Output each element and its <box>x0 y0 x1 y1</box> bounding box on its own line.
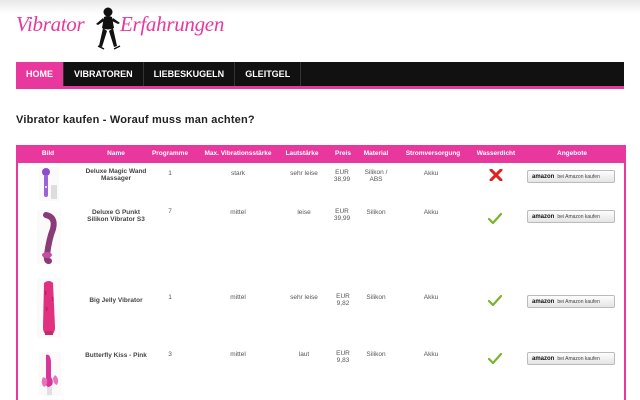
th-vibration: Max. Vibrationsstärke <box>204 149 272 157</box>
amazon-buy-button[interactable]: amazon bei Amazon kaufen <box>527 170 615 183</box>
logo-figure-icon <box>96 7 121 50</box>
page-heading: Vibrator kaufen - Worauf muss man achten… <box>16 114 255 126</box>
programme-value: 3 <box>168 351 172 358</box>
site-logo[interactable]: Vibrator Erfahrungen <box>16 6 246 50</box>
vibration-value: stark <box>230 170 246 177</box>
amazon-buy-button[interactable]: amazon bei Amazon kaufen <box>527 295 615 308</box>
amazon-brand: amazon <box>532 213 555 220</box>
waterproof-check-icon <box>488 213 502 224</box>
material-value: Silikon / ABS <box>364 169 388 183</box>
amazon-button-label: bei Amazon kaufen <box>557 298 600 305</box>
price-value: EUR 9,82 <box>336 293 350 307</box>
amazon-button-label: bei Amazon kaufen <box>557 355 600 362</box>
vibration-value: mittel <box>230 294 246 301</box>
amazon-button-label: bei Amazon kaufen <box>557 213 600 220</box>
table-row: Deluxe Magic Wand Massager 1 stark sehr … <box>18 163 624 203</box>
vibration-value: mittel <box>230 209 246 216</box>
lautstaerke-value: laut <box>298 351 310 358</box>
main-navigation: HOME VIBRATOREN LIEBESKUGELN GLEITGEL <box>16 62 624 89</box>
strom-value: Akku <box>423 294 439 301</box>
butterfly-vibrator-icon[interactable] <box>38 351 62 397</box>
price-value: EUR 39,99 <box>333 208 351 222</box>
th-preis: Preis <box>335 149 351 157</box>
price-value: EUR 38,99 <box>333 169 351 183</box>
logo-text-erfahrungen: Erfahrungen <box>120 12 225 36</box>
lautstaerke-value: sehr leise <box>290 294 318 301</box>
product-name[interactable]: Big Jelly Vibrator <box>84 297 148 304</box>
strom-value: Akku <box>423 209 439 216</box>
nav-item-vibratoren[interactable]: VIBRATOREN <box>64 62 144 86</box>
amazon-brand: amazon <box>532 355 555 362</box>
nav-item-liebeskugeln[interactable]: LIEBESKUGELN <box>144 62 236 86</box>
th-programme: Programme <box>151 149 189 157</box>
material-value: Silikon <box>366 209 386 216</box>
logo-text-vibrator: Vibrator <box>16 12 85 36</box>
th-stromversorgung: Stromversorgung <box>405 149 461 157</box>
waterproof-check-icon <box>488 295 502 306</box>
programme-value: 1 <box>168 294 172 301</box>
g-spot-vibrator-icon[interactable] <box>36 209 62 265</box>
strom-value: Akku <box>423 351 439 358</box>
jelly-vibrator-icon[interactable] <box>36 277 62 339</box>
th-bild: Bild <box>41 149 55 157</box>
table-row: Big Jelly Vibrator 1 mittel sehr leise E… <box>18 271 624 343</box>
lautstaerke-value: leise <box>297 209 311 216</box>
material-value: Silikon <box>366 294 386 301</box>
amazon-button-label: bei Amazon kaufen <box>557 173 600 180</box>
programme-value: 1 <box>168 170 172 177</box>
programme-value: 7 <box>168 208 172 215</box>
vibration-value: mittel <box>230 351 246 358</box>
not-waterproof-icon <box>489 169 503 181</box>
th-wasserdicht: Wasserdicht <box>476 149 516 157</box>
amazon-buy-button[interactable]: amazon bei Amazon kaufen <box>527 210 615 223</box>
amazon-brand: amazon <box>532 298 555 305</box>
lautstaerke-value: sehr leise <box>290 170 318 177</box>
strom-value: Akku <box>423 170 439 177</box>
amazon-buy-button[interactable]: amazon bei Amazon kaufen <box>527 352 615 365</box>
product-name[interactable]: Butterfly Kiss - Pink <box>84 352 148 359</box>
product-name[interactable]: Deluxe G Punkt Silikon Vibrator S3 <box>82 209 150 223</box>
th-lautstaerke: Lautstärke <box>285 149 319 157</box>
nav-item-gleitgel[interactable]: GLEITGEL <box>235 62 302 86</box>
th-material: Material <box>363 149 389 157</box>
product-name[interactable]: Deluxe Magic Wand Massager <box>84 168 148 182</box>
table-row: Butterfly Kiss - Pink 3 mittel laut EUR … <box>18 345 624 400</box>
price-value: EUR 9,83 <box>336 350 350 364</box>
amazon-brand: amazon <box>532 173 555 180</box>
nav-item-home[interactable]: HOME <box>16 62 64 86</box>
th-angebote: Angebote <box>557 149 587 157</box>
wand-vibrator-icon[interactable] <box>38 165 60 203</box>
th-name: Name <box>107 149 125 157</box>
comparison-table: Bild Name Programme Max. Vibrationsstärk… <box>16 145 626 400</box>
waterproof-check-icon <box>488 353 502 364</box>
table-row: Deluxe G Punkt Silikon Vibrator S3 7 mit… <box>18 205 624 269</box>
material-value: Silikon <box>366 351 386 358</box>
table-header: Bild Name Programme Max. Vibrationsstärk… <box>18 145 624 163</box>
